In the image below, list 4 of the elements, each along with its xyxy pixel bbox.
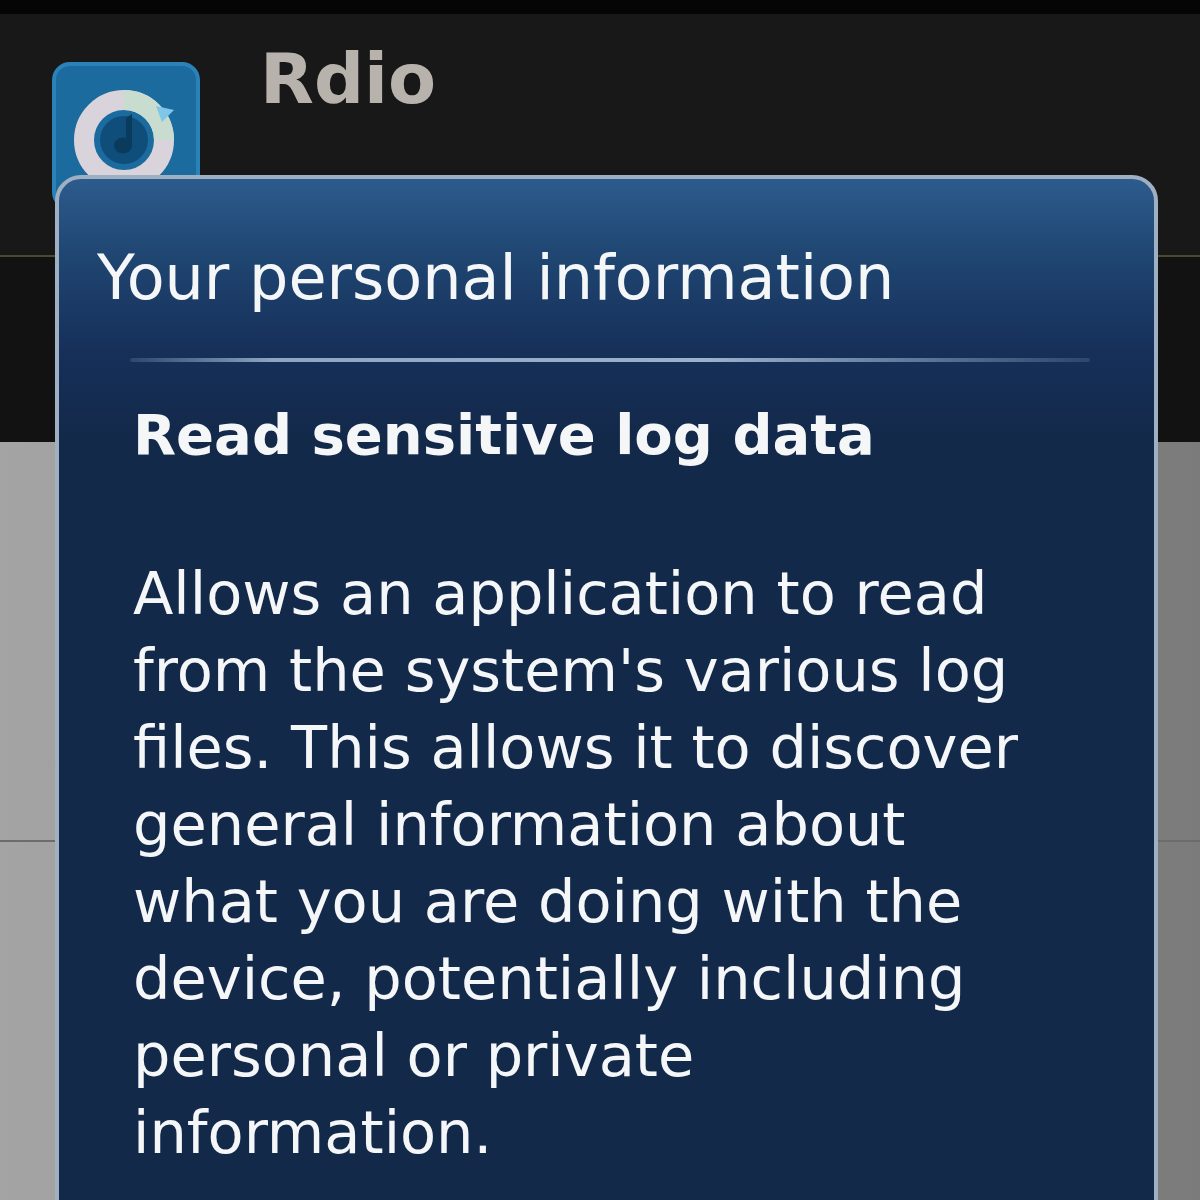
app-title: Rdio (260, 39, 437, 119)
dialog-title: Your personal information (97, 242, 895, 314)
permission-description: Allows an application to read from the system's various log files. This allows it to discover general information about what you are doing with the device, potentially including personal or private information. (133, 558, 1020, 1169)
permission-name: Read sensitive log data (133, 402, 875, 468)
